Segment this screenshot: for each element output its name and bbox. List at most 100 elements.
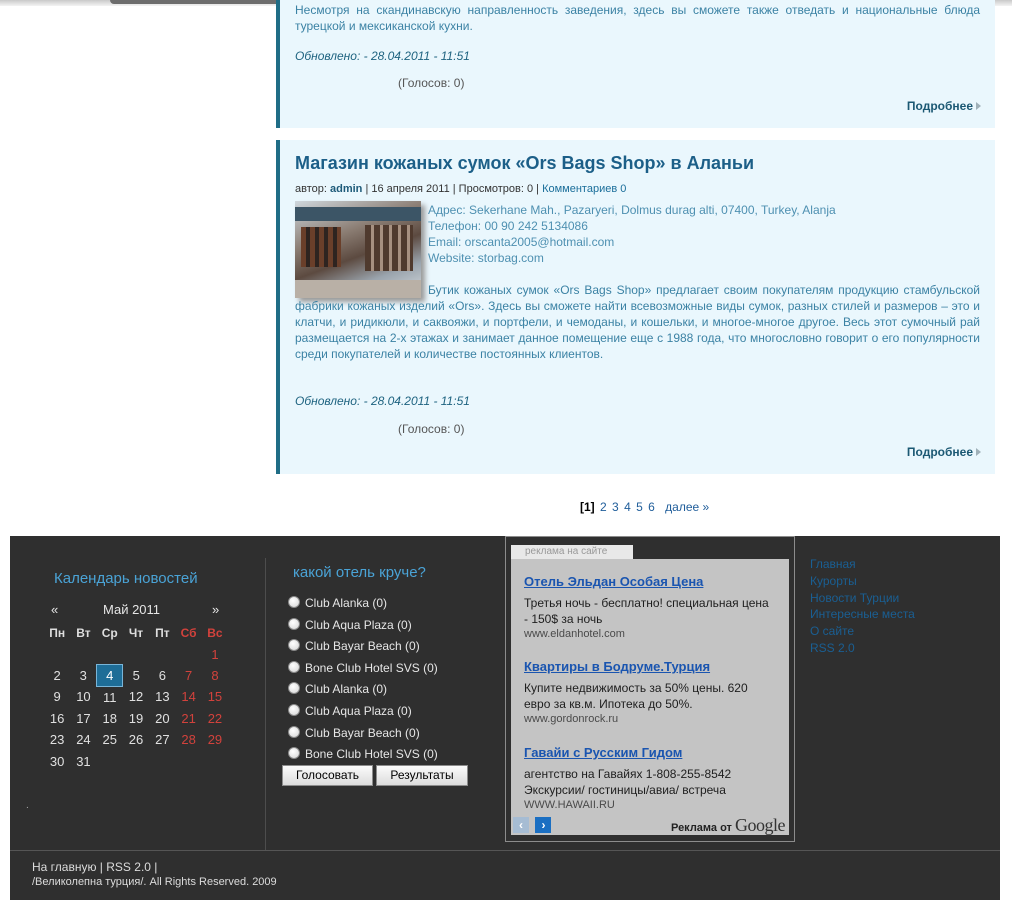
- calendar-day: 20: [155, 710, 170, 726]
- poll-option-label: Club Alanka (0): [305, 682, 388, 697]
- article-title-link[interactable]: Магазин кожаных сумок «Ors Bags Shop» в …: [295, 153, 754, 174]
- calendar-next-month[interactable]: »: [212, 602, 219, 617]
- poll-radio[interactable]: [288, 617, 300, 630]
- calendar-empty-cell: [149, 643, 175, 664]
- page-link[interactable]: 2: [600, 500, 607, 514]
- calendar-empty-cell: [149, 750, 175, 771]
- poll-option-label: Club Aqua Plaza (0): [305, 703, 412, 718]
- calendar-day: 14: [181, 689, 196, 705]
- poll-option-label: Club Bayar Beach (0): [305, 725, 420, 740]
- calendar-day: 30: [49, 753, 65, 769]
- menu-item-home[interactable]: Главная: [810, 557, 856, 571]
- poll-option-label: Club Bayar Beach (0): [305, 639, 420, 654]
- page-link[interactable]: 4: [624, 500, 631, 514]
- poll-option-label: Bone Club Hotel SVS (0): [305, 747, 438, 762]
- google-logo: Google: [735, 815, 786, 835]
- read-more-link[interactable]: Подробнее: [907, 445, 981, 459]
- read-more-label: Подробнее: [906, 445, 973, 459]
- ad-url[interactable]: www.eldanhotel.com: [524, 628, 776, 640]
- ad-headline-link[interactable]: Квартиры в Бодруме.Турция: [524, 659, 710, 674]
- calendar-day: 11: [102, 689, 117, 705]
- menu-item-turkey-news[interactable]: Новости Турции: [810, 591, 899, 605]
- ad-item: Отель Эльдан Особая Цена Третья ночь - б…: [524, 573, 776, 640]
- calendar-day: 23: [49, 732, 65, 748]
- calendar-day: 24: [76, 732, 91, 748]
- menu-item-rss[interactable]: RSS 2.0: [810, 641, 855, 655]
- page-link[interactable]: 5: [636, 500, 643, 514]
- calendar-day: 12: [128, 689, 144, 705]
- poll-option-label: Bone Club Hotel SVS (0): [305, 660, 438, 675]
- calendar-empty-cell: [175, 750, 201, 771]
- footer-links: На главную | RSS 2.0 |: [32, 860, 158, 874]
- vote-button[interactable]: Голосовать: [282, 765, 373, 786]
- ad-text: Купите недвижимость за 50% цены. 620 евр…: [524, 681, 748, 711]
- poll-radio[interactable]: [288, 682, 300, 695]
- calendar-day: 25: [102, 732, 117, 748]
- calendar-day: 13: [155, 689, 170, 705]
- calendar-day: 15: [207, 689, 223, 705]
- calendar-month: Май 2011: [103, 602, 161, 617]
- calendar-day-today[interactable]: 4: [96, 664, 124, 687]
- calendar-week: 9 10 11 12 13 14 15: [44, 686, 228, 707]
- read-more-label: Подробнее: [906, 99, 973, 113]
- calendar-empty-cell: [97, 643, 123, 664]
- weekday-label: Сб: [180, 625, 197, 640]
- ad-url[interactable]: www.gordonrock.ru: [524, 713, 776, 725]
- menu-item-resorts[interactable]: Курорты: [810, 574, 857, 588]
- divider: [10, 850, 1000, 851]
- weekday-label: Ср: [101, 625, 118, 640]
- ads-box: реклама на сайте Отель Эльдан Особая Цен…: [505, 536, 795, 842]
- poll-radio[interactable]: [288, 660, 300, 673]
- chevron-left-icon: ‹: [519, 818, 523, 832]
- shop-website: Website: storbag.com: [428, 251, 544, 265]
- menu-item-places[interactable]: Интересные места: [810, 607, 915, 621]
- calendar-day: 22: [207, 710, 223, 726]
- ad-headline-link[interactable]: Отель Эльдан Особая Цена: [524, 574, 703, 589]
- calendar-week: 23 24 25 26 27 28 29: [44, 729, 228, 750]
- article-votes: (Голосов: 0): [398, 76, 465, 90]
- article-body: Бутик кожаных сумок «Ors Bags Shop» пред…: [295, 283, 980, 361]
- calendar-empty-cell: [97, 750, 123, 771]
- next-page-link[interactable]: далее »: [665, 500, 709, 514]
- read-more-link[interactable]: Подробнее: [907, 99, 981, 113]
- calendar-day: 26: [128, 732, 144, 748]
- ad-headline-link[interactable]: Гавайи с Русским Гидом: [524, 745, 682, 760]
- calendar-day: 2: [53, 667, 61, 683]
- ads-by-google[interactable]: Реклама от Google: [671, 815, 786, 836]
- shop-address: Адрес: Sekerhane Mah., Pazaryeri, Dolmus…: [428, 203, 836, 217]
- pagination: [1] 2 3 4 5 6 далее »: [580, 500, 709, 514]
- calendar-prev-month[interactable]: «: [51, 602, 58, 617]
- poll-radio[interactable]: [288, 703, 300, 716]
- footer-rss-link[interactable]: RSS 2.0: [106, 860, 151, 874]
- ads-prev-button[interactable]: ‹: [513, 817, 529, 833]
- poll-radio[interactable]: [288, 596, 300, 608]
- ads-by-label: Реклама от: [671, 822, 732, 834]
- calendar-day: 8: [211, 667, 219, 683]
- poll-radio[interactable]: [288, 639, 300, 652]
- calendar-day: 31: [76, 753, 91, 769]
- divider: [265, 558, 266, 850]
- poll-radio[interactable]: [288, 725, 300, 738]
- menu-item-about[interactable]: О сайте: [810, 624, 854, 638]
- page-link[interactable]: 6: [648, 500, 655, 514]
- ad-item: Гавайи с Русским Гидом агентство на Гава…: [524, 744, 776, 811]
- copyright: /Великолепна турция/. All Rights Reserve…: [32, 876, 277, 888]
- author-link[interactable]: admin: [330, 183, 362, 195]
- ads-next-button[interactable]: ›: [535, 817, 552, 833]
- weekday-label: Пн: [49, 625, 66, 640]
- calendar-day: 29: [207, 732, 223, 748]
- page-link[interactable]: 3: [612, 500, 619, 514]
- footer-home-link[interactable]: На главную: [32, 860, 96, 874]
- poll-option-label: Club Alanka (0): [305, 596, 388, 610]
- shop-phone: Телефон: 00 90 242 5134086: [428, 219, 588, 233]
- calendar-week: 16 17 18 19 20 21 22: [44, 708, 228, 729]
- article-updated: Обновлено: - 28.04.2011 - 11:51: [295, 49, 470, 63]
- poll-title: какой отель круче?: [293, 564, 426, 581]
- comments-link[interactable]: Комментариев 0: [542, 183, 626, 195]
- article-meta: автор: admin | 16 апреля 2011 | Просмотр…: [295, 183, 626, 195]
- calendar-empty-cell: [123, 750, 149, 771]
- poll-radio[interactable]: [288, 747, 300, 760]
- calendar-empty-cell: [175, 643, 201, 664]
- ad-url[interactable]: WWW.HAWAII.RU: [524, 799, 776, 811]
- results-button[interactable]: Результаты: [376, 765, 468, 786]
